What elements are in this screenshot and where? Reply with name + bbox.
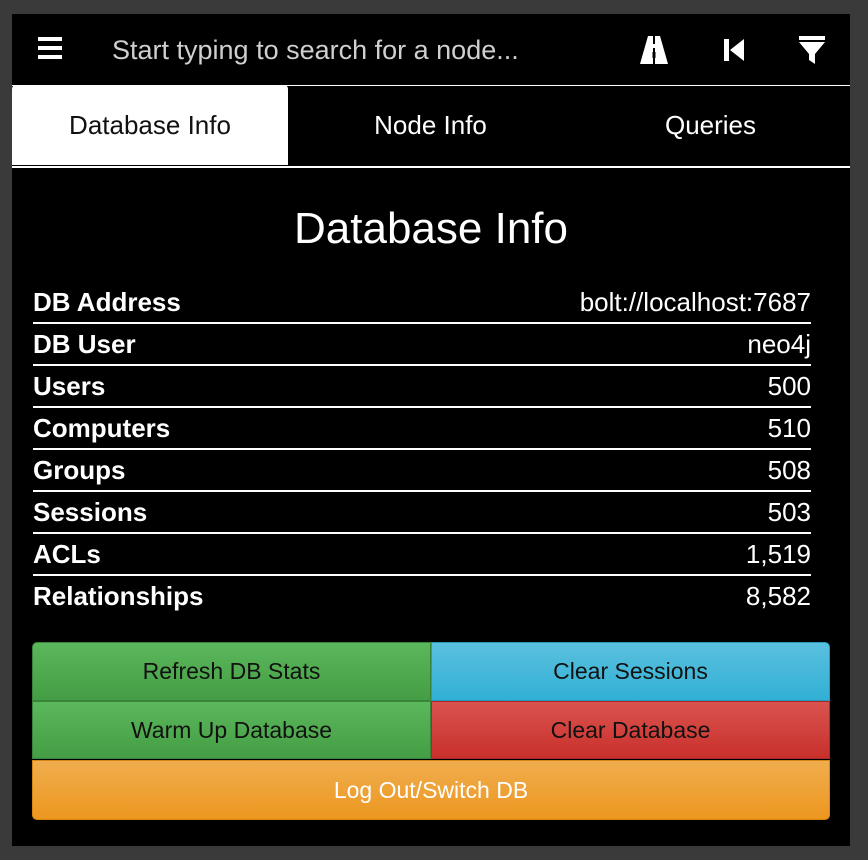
info-row-db-user: DB User neo4j [33,324,811,366]
info-value: 503 [767,496,811,527]
button-label: Refresh DB Stats [142,658,321,684]
info-label: Computers [33,412,171,443]
info-value: 1,519 [745,538,811,569]
button-label: Warm Up Database [130,716,333,743]
warm-up-database-button[interactable]: Warm Up Database [32,701,431,759]
info-label: Sessions [33,496,148,527]
info-table: DB Address bolt://localhost:7687 DB User… [33,282,811,616]
button-label: Clear Database [550,716,711,743]
info-value: 510 [767,412,811,443]
back-icon[interactable] [718,32,754,68]
tab-label: Queries [664,109,757,140]
tab-node-info[interactable]: Node Info [291,85,570,165]
info-row-relationships: Relationships 8,582 [33,576,811,616]
info-label: Groups [33,454,126,485]
info-label: Users [33,370,106,401]
info-value: bolt://localhost:7687 [579,286,811,317]
tab-database-info[interactable]: Database Info [12,85,288,165]
info-label: ACLs [33,538,101,569]
logout-switch-db-button[interactable]: Log Out/Switch DB [32,760,830,820]
search-input[interactable] [112,30,592,70]
info-label: DB User [33,328,136,359]
info-row-groups: Groups 508 [33,450,811,492]
button-label: Clear Sessions [553,658,708,684]
tab-queries[interactable]: Queries [571,85,850,165]
search-bar [12,14,850,86]
page-title: Database Info [294,204,568,253]
info-value: 8,582 [745,580,811,611]
info-row-acls: ACLs 1,519 [33,534,811,576]
clear-database-button[interactable]: Clear Database [431,701,830,759]
info-row-users: Users 500 [33,366,811,408]
clear-sessions-button[interactable]: Clear Sessions [431,642,830,701]
menu-icon[interactable] [38,37,64,61]
tab-bar: Database Info Node Info Queries [12,85,850,168]
info-label: Relationships [33,580,204,611]
info-value: 508 [767,454,811,485]
tab-label: Node Info [374,109,487,140]
info-value: 500 [767,370,811,401]
info-row-db-address: DB Address bolt://localhost:7687 [33,282,811,324]
info-value: neo4j [747,328,811,359]
refresh-db-stats-button[interactable]: Refresh DB Stats [32,642,431,701]
info-label: DB Address [33,286,181,317]
pathfinding-icon[interactable] [636,32,672,68]
button-label: Log Out/Switch DB [333,776,529,803]
database-info-panel: Database Info Node Info Queries Database… [12,14,850,846]
filter-icon[interactable] [794,32,830,68]
info-row-sessions: Sessions 503 [33,492,811,534]
info-row-computers: Computers 510 [33,408,811,450]
tab-label: Database Info [69,109,231,140]
